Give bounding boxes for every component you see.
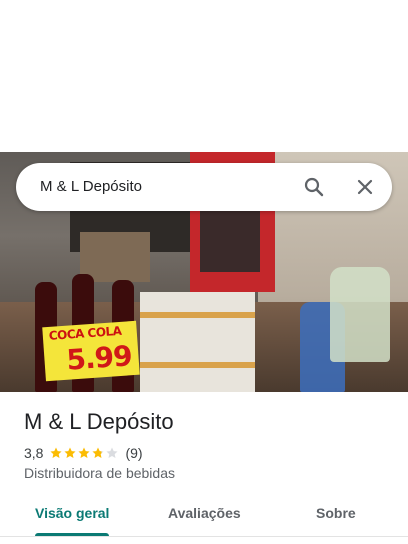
star-icon — [106, 447, 119, 458]
review-count[interactable]: (9) — [125, 445, 142, 461]
search-query[interactable]: M & L Depósito — [40, 178, 142, 195]
close-icon[interactable] — [353, 175, 377, 199]
search-bar[interactable]: M & L Depósito — [16, 163, 392, 211]
tabs-divider — [0, 536, 408, 537]
place-category: Distribuidora de bebidas — [24, 465, 175, 481]
star-icon — [64, 447, 77, 458]
star-icon — [78, 447, 91, 458]
price-tag-price: 5.99 — [65, 339, 133, 377]
star-rating — [49, 446, 119, 460]
tab-about[interactable]: Sobre — [316, 505, 356, 521]
star-icon — [50, 447, 63, 458]
place-tabs: Visão geral Avaliações Sobre — [0, 490, 408, 544]
photo-can-stripe — [140, 312, 255, 318]
photo-water-jug — [330, 267, 390, 362]
star-icon — [92, 447, 105, 458]
photo-beer-cans — [140, 292, 255, 392]
photo-price-tag: COCA COLA 5.99 — [42, 320, 140, 382]
photo-can-stripe — [140, 362, 255, 368]
place-title: M & L Depósito — [24, 409, 174, 434]
tab-reviews[interactable]: Avaliações — [168, 505, 241, 521]
tab-overview[interactable]: Visão geral — [35, 505, 109, 521]
search-icon[interactable] — [302, 175, 326, 199]
rating-row[interactable]: 3,8 (9) — [24, 444, 143, 462]
rating-value: 3,8 — [24, 445, 44, 461]
blank-top-area — [0, 0, 408, 152]
